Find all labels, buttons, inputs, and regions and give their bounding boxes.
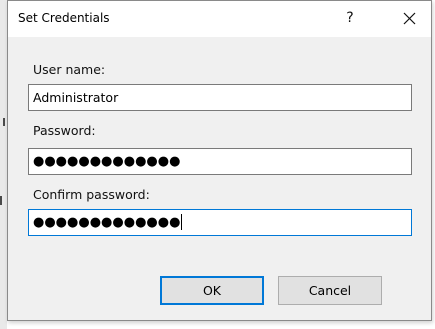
confirm-password-field[interactable]: ●●●●●●●●●●●●●	[28, 209, 412, 236]
ok-button[interactable]: OK	[160, 276, 264, 305]
dialog-title: Set Credentials	[18, 11, 110, 25]
close-icon	[403, 12, 415, 24]
close-button[interactable]	[397, 7, 421, 29]
background-window-edge	[0, 0, 7, 329]
background-window-mark	[0, 196, 2, 205]
password-value: ●●●●●●●●●●●●●	[33, 154, 181, 169]
background-window-mark	[3, 118, 5, 126]
username-label: User name:	[33, 62, 106, 77]
username-field[interactable]: Administrator	[28, 84, 412, 111]
password-label: Password:	[33, 123, 96, 138]
set-credentials-dialog: Set Credentials ? User name: Administrat…	[7, 0, 432, 321]
confirm-password-value: ●●●●●●●●●●●●●	[33, 215, 181, 230]
confirm-password-label: Confirm password:	[33, 187, 150, 202]
cancel-button[interactable]: Cancel	[278, 276, 382, 305]
help-button[interactable]: ?	[339, 7, 361, 29]
password-field[interactable]: ●●●●●●●●●●●●●	[28, 148, 412, 175]
username-value: Administrator	[33, 90, 119, 105]
title-bar[interactable]: Set Credentials ?	[8, 1, 431, 37]
text-caret	[181, 213, 183, 230]
